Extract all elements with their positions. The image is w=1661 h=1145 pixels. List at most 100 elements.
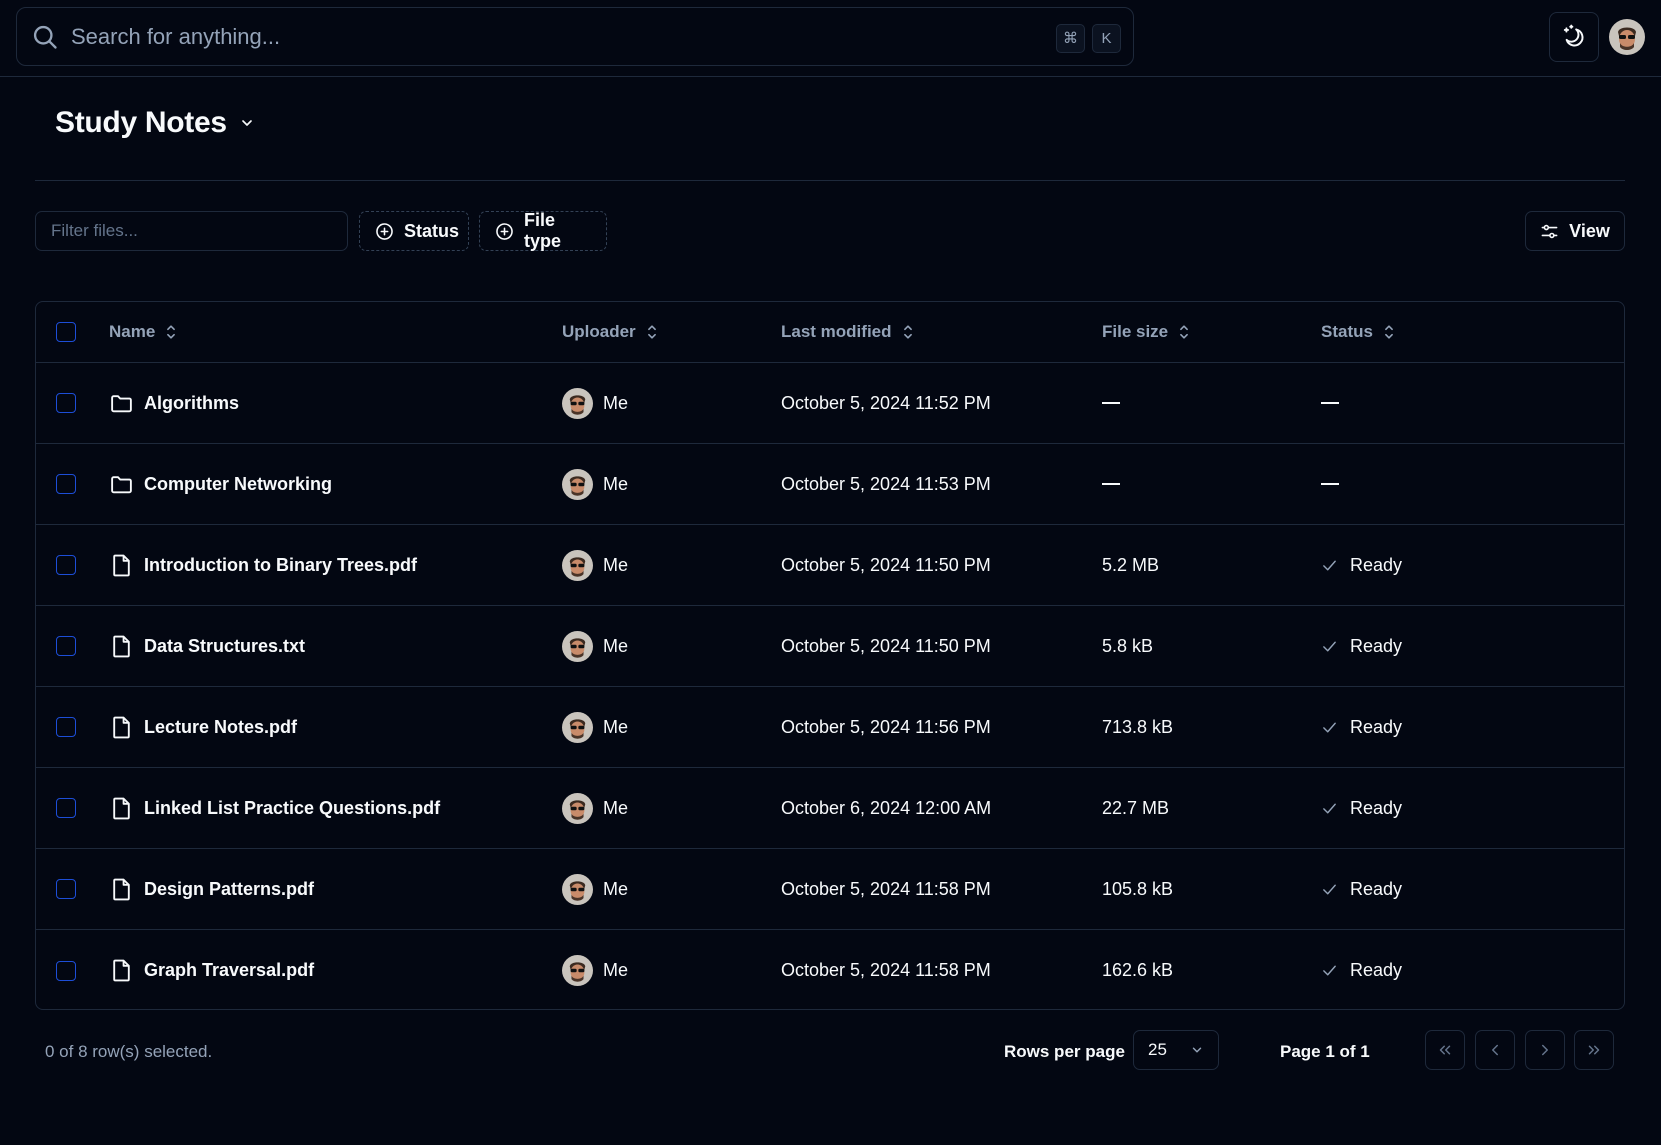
- filter-files-input[interactable]: [35, 211, 348, 251]
- uploader-name: Me: [603, 716, 629, 737]
- sort-modified-header[interactable]: Last modified: [781, 302, 914, 362]
- chevrons-up-down-icon: [1383, 324, 1395, 340]
- table-row[interactable]: Design Patterns.pdf Me October 5, 2024 1…: [36, 849, 1624, 930]
- header-divider: [35, 180, 1625, 181]
- checkmark-icon: [1321, 881, 1338, 898]
- file-size: 162.6 kB: [1102, 960, 1174, 980]
- table-row[interactable]: Lecture Notes.pdf Me October 5, 2024 11:…: [36, 687, 1624, 768]
- file-name: Algorithms: [144, 392, 240, 413]
- table-row[interactable]: Computer Networking Me October 5, 2024 1…: [36, 444, 1624, 525]
- view-options-button[interactable]: View: [1525, 211, 1625, 251]
- sort-size-header[interactable]: File size: [1102, 302, 1190, 362]
- sort-status-header[interactable]: Status: [1321, 302, 1395, 362]
- uploader-name: Me: [603, 635, 629, 656]
- empty-dash: [1321, 483, 1339, 485]
- last-modified: October 5, 2024 11:56 PM: [781, 716, 991, 737]
- theme-toggle-button[interactable]: [1549, 12, 1599, 62]
- status-filter-label: Status: [404, 220, 460, 241]
- last-page-button[interactable]: [1574, 1030, 1614, 1070]
- sort-uploader-header[interactable]: Uploader: [562, 302, 658, 362]
- chevron-left-icon: [1486, 1041, 1504, 1059]
- file-icon: [109, 553, 134, 578]
- row-checkbox[interactable]: [56, 393, 76, 413]
- file-name-cell[interactable]: Graph Traversal.pdf: [109, 930, 315, 1009]
- file-name: Linked List Practice Questions.pdf: [144, 797, 441, 818]
- file-name-cell[interactable]: Computer Networking: [109, 444, 332, 524]
- file-size: 105.8 kB: [1102, 878, 1174, 899]
- uploader-avatar: [562, 630, 593, 662]
- chevrons-left-icon: [1436, 1041, 1454, 1059]
- filetype-filter-button[interactable]: File type: [479, 210, 607, 251]
- sort-name-header[interactable]: Name: [109, 302, 177, 362]
- uploader-name: Me: [603, 878, 629, 899]
- table-row[interactable]: Introduction to Binary Trees.pdf Me Octo…: [36, 525, 1624, 606]
- file-name: Graph Traversal.pdf: [144, 960, 315, 980]
- last-modified: October 5, 2024 11:58 PM: [781, 960, 991, 980]
- plus-circle-icon: [495, 222, 514, 241]
- uploader-name: Me: [603, 797, 629, 818]
- table-row[interactable]: Linked List Practice Questions.pdf Me Oc…: [36, 768, 1624, 849]
- file-name-cell[interactable]: Lecture Notes.pdf: [109, 687, 297, 767]
- checkmark-icon: [1321, 800, 1338, 817]
- search-bar[interactable]: ⌘ K: [16, 7, 1134, 66]
- row-checkbox[interactable]: [56, 636, 76, 656]
- chevrons-up-down-icon: [1178, 324, 1190, 340]
- user-avatar[interactable]: [1609, 19, 1645, 55]
- name-column-label: Name: [109, 322, 156, 341]
- page-indicator: Page 1 of 1: [1280, 1042, 1370, 1061]
- rows-per-page-select[interactable]: 25: [1133, 1030, 1219, 1070]
- row-checkbox[interactable]: [56, 555, 76, 575]
- file-name-cell[interactable]: Algorithms: [109, 363, 239, 443]
- file-size: 713.8 kB: [1102, 716, 1174, 737]
- next-page-button[interactable]: [1525, 1030, 1565, 1070]
- uploader-name: Me: [603, 392, 629, 413]
- file-name: Design Patterns.pdf: [144, 878, 315, 899]
- search-input[interactable]: [71, 20, 1031, 54]
- file-icon: [109, 796, 134, 821]
- uploader-name: Me: [603, 554, 629, 575]
- previous-page-button[interactable]: [1475, 1030, 1515, 1070]
- first-page-button[interactable]: [1425, 1030, 1465, 1070]
- file-name: Data Structures.txt: [144, 635, 306, 656]
- checkmark-icon: [1321, 557, 1338, 574]
- row-checkbox[interactable]: [56, 474, 76, 494]
- row-checkbox[interactable]: [56, 717, 76, 737]
- file-name: Lecture Notes.pdf: [144, 716, 298, 737]
- file-name-cell[interactable]: Data Structures.txt: [109, 606, 305, 686]
- table-header-row: Name Uploader Last modified File size St…: [36, 302, 1624, 363]
- table-footer: 0 of 8 row(s) selected. Rows per page 25…: [0, 1030, 1661, 1074]
- folder-title-dropdown[interactable]: Study Notes: [55, 106, 255, 140]
- row-checkbox[interactable]: [56, 960, 76, 981]
- shortcut-command-key: ⌘: [1056, 24, 1085, 53]
- file-icon: [109, 958, 134, 983]
- last-modified: October 5, 2024 11:50 PM: [781, 635, 991, 656]
- page-title: Study Notes: [55, 106, 227, 139]
- files-table: Name Uploader Last modified File size St…: [35, 301, 1625, 1010]
- table-row[interactable]: Graph Traversal.pdf Me October 5, 2024 1…: [36, 930, 1624, 1009]
- uploader-avatar: [562, 873, 593, 905]
- empty-dash: [1102, 402, 1120, 404]
- empty-dash: [1102, 483, 1120, 485]
- table-row[interactable]: Data Structures.txt Me October 5, 2024 1…: [36, 606, 1624, 687]
- status-text: Ready: [1350, 878, 1403, 899]
- file-name-cell[interactable]: Design Patterns.pdf: [109, 849, 314, 929]
- view-label: View: [1569, 220, 1610, 241]
- empty-dash: [1321, 402, 1339, 404]
- status-filter-button[interactable]: Status: [359, 211, 469, 251]
- checkmark-icon: [1321, 719, 1338, 736]
- rows-per-page-label: Rows per page: [1004, 1042, 1125, 1061]
- checkmark-icon: [1321, 638, 1338, 655]
- row-checkbox[interactable]: [56, 879, 76, 899]
- row-checkbox[interactable]: [56, 798, 76, 818]
- file-name-cell[interactable]: Introduction to Binary Trees.pdf: [109, 525, 417, 605]
- status-text: Ready: [1350, 960, 1403, 980]
- chevrons-right-icon: [1585, 1041, 1603, 1059]
- file-name-cell[interactable]: Linked List Practice Questions.pdf: [109, 768, 440, 848]
- uploader-avatar: [562, 387, 593, 419]
- table-row[interactable]: Algorithms Me October 5, 2024 11:52 PM: [36, 363, 1624, 444]
- select-all-checkbox[interactable]: [56, 322, 76, 342]
- uploader-name: Me: [603, 960, 629, 980]
- chevron-right-icon: [1536, 1041, 1554, 1059]
- rows-per-page-value: 25: [1148, 1040, 1167, 1059]
- selection-count: 0 of 8 row(s) selected.: [45, 1042, 213, 1061]
